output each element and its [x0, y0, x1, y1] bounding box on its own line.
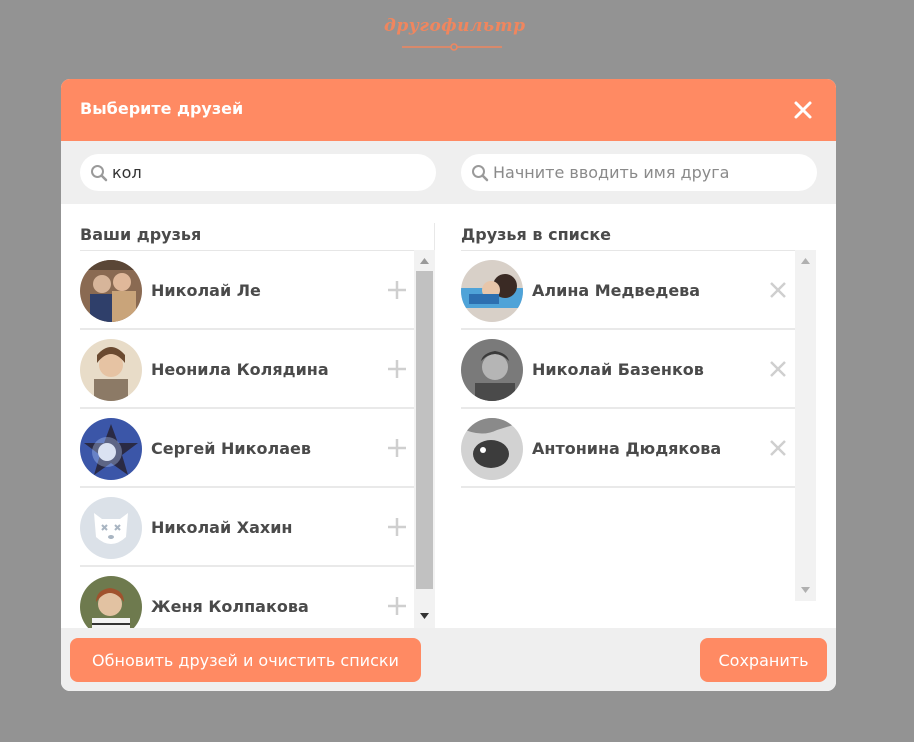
friend-name: Алина Медведева: [532, 281, 701, 300]
plus-icon[interactable]: [386, 595, 408, 617]
modal-header: Выберите друзей: [61, 79, 836, 141]
your-friends-title: Ваши друзья: [80, 225, 202, 244]
scroll-thumb[interactable]: [416, 271, 433, 589]
friend-name: Антонина Дюдякова: [532, 439, 722, 458]
list-friend-row: Антонина Дюдякова: [461, 409, 795, 488]
scroll-down-icon[interactable]: [420, 613, 429, 619]
remove-icon[interactable]: [767, 279, 789, 301]
friend-row: Неонила Колядина: [80, 330, 414, 409]
search-bar: [61, 141, 836, 204]
your-friends-list: Николай Ле Неонила Колядина Сергей Никол…: [80, 250, 414, 628]
list-search-input[interactable]: [493, 163, 813, 182]
remove-icon[interactable]: [767, 358, 789, 380]
deactivated-dog-avatar: [80, 497, 142, 559]
friends-in-list: Алина Медведева Николай Базенков Антонин…: [461, 250, 795, 628]
friends-in-list-scrollbar[interactable]: [795, 250, 816, 601]
friend-row: Николай Хахин: [80, 488, 414, 567]
friend-row: Женя Колпакова: [80, 567, 414, 628]
scroll-down-icon[interactable]: [801, 587, 810, 593]
avatar: [80, 339, 142, 401]
scroll-up-icon[interactable]: [801, 258, 810, 264]
friend-name: Николай Хахин: [151, 518, 293, 537]
scroll-up-icon[interactable]: [420, 258, 429, 264]
friends-search-box: [80, 154, 436, 191]
plus-icon[interactable]: [386, 437, 408, 459]
close-icon[interactable]: [792, 99, 814, 121]
save-button[interactable]: Сохранить: [700, 638, 827, 682]
modal-title: Выберите друзей: [80, 99, 244, 118]
search-icon: [472, 164, 489, 181]
friends-in-list-title: Друзья в списке: [461, 225, 612, 244]
list-friend-row: Николай Базенков: [461, 330, 795, 409]
plus-icon[interactable]: [386, 279, 408, 301]
refresh-friends-button[interactable]: Обновить друзей и очистить списки: [70, 638, 421, 682]
friend-row: Сергей Николаев: [80, 409, 414, 488]
avatar: [80, 576, 142, 628]
friend-name: Сергей Николаев: [151, 439, 311, 458]
friends-search-input[interactable]: [112, 163, 432, 182]
avatar: [80, 418, 142, 480]
remove-icon[interactable]: [767, 437, 789, 459]
plus-icon[interactable]: [386, 358, 408, 380]
your-friends-scrollbar[interactable]: [414, 250, 435, 628]
search-icon: [91, 164, 108, 181]
plus-icon[interactable]: [386, 516, 408, 538]
list-search-box: [461, 154, 817, 191]
list-friend-row: Алина Медведева: [461, 251, 795, 330]
friend-name: Николай Базенков: [532, 360, 704, 379]
avatar: [461, 339, 523, 401]
modal-footer: Обновить друзей и очистить списки Сохран…: [61, 628, 836, 691]
logo-text: другофильтр: [384, 16, 526, 36]
avatar: [80, 260, 142, 322]
friend-name: Николай Ле: [151, 281, 261, 300]
friend-name: Женя Колпакова: [151, 597, 309, 616]
friend-row: Николай Ле: [80, 251, 414, 330]
logo-slider-icon: [402, 43, 502, 51]
avatar: [461, 260, 523, 322]
friend-name: Неонила Колядина: [151, 360, 329, 379]
logo: другофильтр: [384, 16, 526, 52]
select-friends-modal: Выберите друзей Ваши друзья Друзья в спи…: [61, 79, 836, 691]
avatar: [461, 418, 523, 480]
